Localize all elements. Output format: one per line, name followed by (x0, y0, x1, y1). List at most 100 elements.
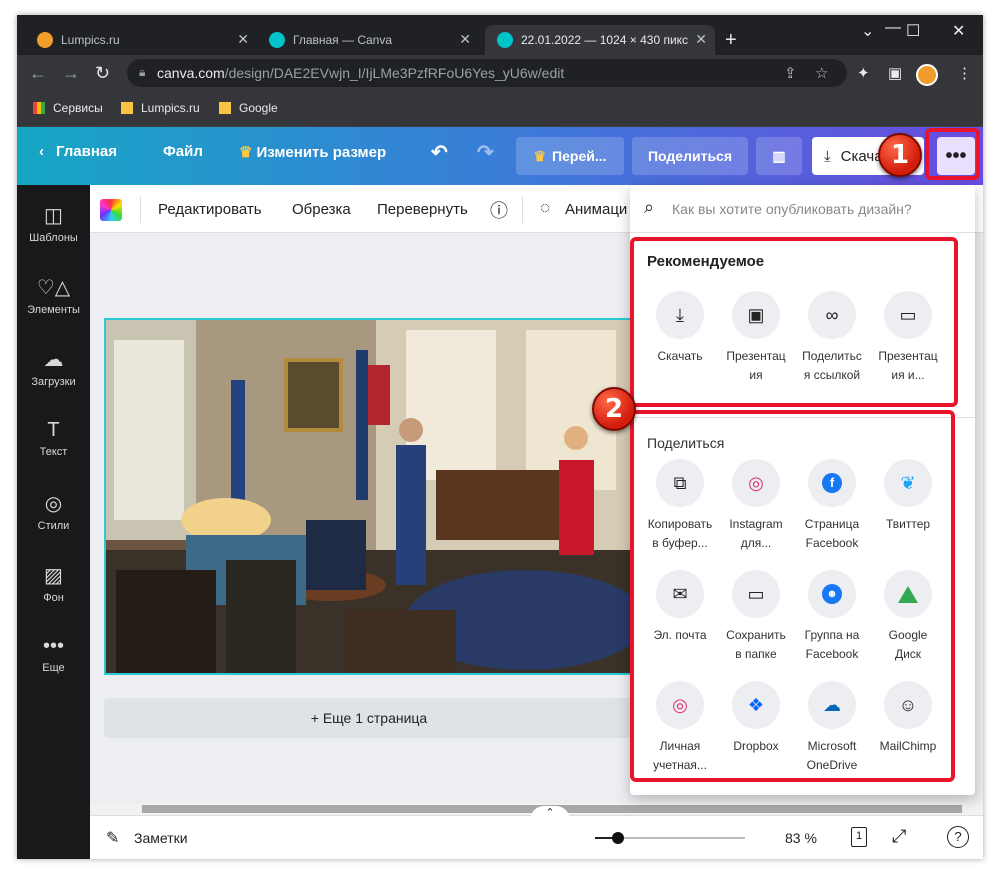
crown-icon: ♛ (533, 147, 547, 164)
address-bar[interactable]: 🔒︎ canva.com /design/DAE2EVwjn_I/IjLMe3P… (127, 59, 847, 87)
bookmark-services[interactable]: Сервисы (33, 101, 103, 115)
sidebar-item-text[interactable]: T Текст (17, 419, 90, 458)
close-icon[interactable]: ✕ (459, 31, 471, 48)
close-icon[interactable]: ✕ (695, 31, 707, 48)
info-icon[interactable]: ⓘ (490, 197, 508, 223)
menu-kebab-icon[interactable]: ⋮ (957, 64, 972, 82)
templates-icon: ◫ (44, 205, 63, 227)
sidebar-item-uploads[interactable]: ☁ Загрузки (17, 347, 90, 388)
bookmark-label: Сервисы (53, 101, 103, 115)
color-swatch-icon[interactable] (100, 199, 122, 221)
sidebar-item-label: Элементы (27, 304, 80, 316)
lumpics-favicon-icon (37, 32, 53, 48)
extensions-puzzle-icon[interactable]: ✦ (857, 64, 870, 82)
close-window-icon[interactable]: ✕ (952, 21, 965, 41)
home-button[interactable]: ‹ Главная (39, 143, 117, 160)
tab-lumpics[interactable]: Lumpics.ru ✕ (25, 25, 257, 55)
page-count-icon[interactable]: 1 (851, 827, 867, 847)
resize-label: Изменить размер (256, 143, 387, 161)
background-pattern-icon: ▨ (44, 565, 63, 587)
elements-icon: ♡△ (36, 277, 71, 299)
file-menu-button[interactable]: Файл (163, 143, 203, 160)
tab-title: Главная — Canva (293, 33, 393, 47)
badge-number: 2 (604, 394, 624, 424)
sidebar-item-label: Шаблоны (29, 232, 78, 244)
tab-canva-design[interactable]: 22.01.2022 — 1024 × 430 пикс ✕ (485, 25, 715, 55)
edit-image-button[interactable]: Редактировать (158, 201, 262, 218)
crown-icon: ♛ (239, 144, 253, 161)
maximize-icon[interactable]: ☐ (906, 21, 920, 41)
bookmark-star-icon[interactable]: ☆ (815, 64, 828, 82)
sidebar-item-label: Фон (43, 592, 64, 604)
bottom-bar: ✎ Заметки 83 % 1 ⤢ ? ⌃ (90, 806, 983, 859)
bookmark-lumpics[interactable]: Lumpics.ru (121, 101, 200, 115)
editor-sidebar: ◫ Шаблоны ♡△ Элементы ☁ Загрузки T Текст… (17, 185, 90, 859)
step-badge-2: 2 (592, 387, 636, 431)
notes-icon: ✎ (106, 830, 120, 847)
download-icon: ⤓ (824, 147, 831, 165)
bookmark-google[interactable]: Google (219, 101, 278, 115)
lock-icon: 🔒︎ (139, 65, 146, 79)
chevron-up-icon[interactable]: ⌃ (530, 806, 570, 820)
highlight-share (630, 410, 955, 782)
canva-favicon-icon (497, 32, 513, 48)
sidebar-item-more[interactable]: ••• Еще (17, 635, 90, 674)
crop-button[interactable]: Обрезка (292, 201, 351, 218)
tab-canva-home[interactable]: Главная — Canva ✕ (257, 25, 479, 55)
highlight-more-button (925, 128, 980, 180)
file-label: Файл (163, 143, 203, 160)
notes-button[interactable]: Заметки (134, 830, 188, 846)
sidebar-item-styles[interactable]: ◎ Стили (17, 491, 90, 532)
sidebar-item-templates[interactable]: ◫ Шаблоны (17, 203, 90, 244)
text-icon: T (47, 419, 60, 441)
profile-avatar[interactable] (916, 64, 938, 86)
bookmark-label: Google (239, 101, 278, 115)
canva-header: ‹ Главная Файл ♛ Изменить размер ↶ ↷ ♛ П… (17, 127, 983, 185)
chevron-down-icon[interactable]: ⌄ (861, 21, 874, 41)
sidepanel-icon[interactable]: ▣ (888, 64, 902, 82)
browser-toolbar: ← → ↻ 🔒︎ canva.com /design/DAE2EVwjn_I/I… (17, 55, 983, 91)
sidebar-item-elements[interactable]: ♡△ Элементы (17, 275, 90, 316)
search-placeholder: Как вы хотите опубликовать дизайн? (672, 200, 912, 217)
forward-arrow-icon[interactable]: → (62, 63, 80, 84)
resize-button[interactable]: ♛ Изменить размер (239, 143, 387, 162)
redo-icon[interactable]: ↷ (477, 140, 494, 165)
url-path: /design/DAE2EVwjn_I/IjLMe3PzfRFoU6Yes_yU… (224, 65, 565, 81)
sidebar-item-background[interactable]: ▨ Фон (17, 563, 90, 604)
reload-icon[interactable]: ↻ (95, 63, 110, 84)
palette-icon: ◎ (44, 493, 63, 515)
fullscreen-icon[interactable]: ⤢ (892, 826, 906, 847)
design-photo[interactable] (104, 318, 634, 675)
close-icon[interactable]: ✕ (237, 31, 249, 48)
folder-icon (121, 102, 133, 114)
flip-button[interactable]: Перевернуть (377, 201, 468, 218)
zoom-level[interactable]: 83 % (785, 830, 817, 846)
share-button[interactable]: Поделиться (632, 137, 748, 175)
share-page-icon[interactable]: ⇪ (784, 64, 797, 82)
apps-grid-icon (33, 102, 45, 114)
insights-button[interactable]: ▥ (756, 137, 802, 175)
divider (140, 197, 141, 223)
help-icon[interactable]: ? (947, 826, 969, 848)
url-host: canva.com (157, 65, 225, 81)
minimize-icon[interactable]: — (885, 19, 901, 37)
new-tab-plus-icon[interactable]: + (725, 29, 737, 52)
oval-office-photo (106, 320, 632, 673)
back-arrow-icon[interactable]: ← (29, 63, 47, 84)
tab-title: 22.01.2022 — 1024 × 430 пикс (521, 33, 689, 47)
badge-number: 1 (890, 140, 910, 170)
transfer-label: Перей... (552, 148, 607, 164)
sidebar-item-label: Текст (39, 446, 68, 458)
zoom-slider-handle[interactable] (612, 832, 624, 844)
transfer-button[interactable]: ♛ Перей... (516, 137, 624, 175)
add-page-button[interactable]: + Еще 1 страница (104, 698, 634, 738)
sidebar-item-label: Стили (37, 520, 70, 532)
undo-icon[interactable]: ↶ (431, 140, 448, 165)
publish-search-input[interactable]: ⌕ Как вы хотите опубликовать дизайн? (630, 185, 975, 233)
animate-button[interactable]: Анимаци (565, 201, 627, 218)
tab-strip: Lumpics.ru ✕ Главная — Canva ✕ 22.01.202… (17, 15, 983, 55)
bookmark-label: Lumpics.ru (141, 101, 200, 115)
search-icon: ⌕ (644, 197, 655, 217)
highlight-recommended (630, 237, 958, 407)
sidebar-item-label: Еще (42, 662, 65, 674)
